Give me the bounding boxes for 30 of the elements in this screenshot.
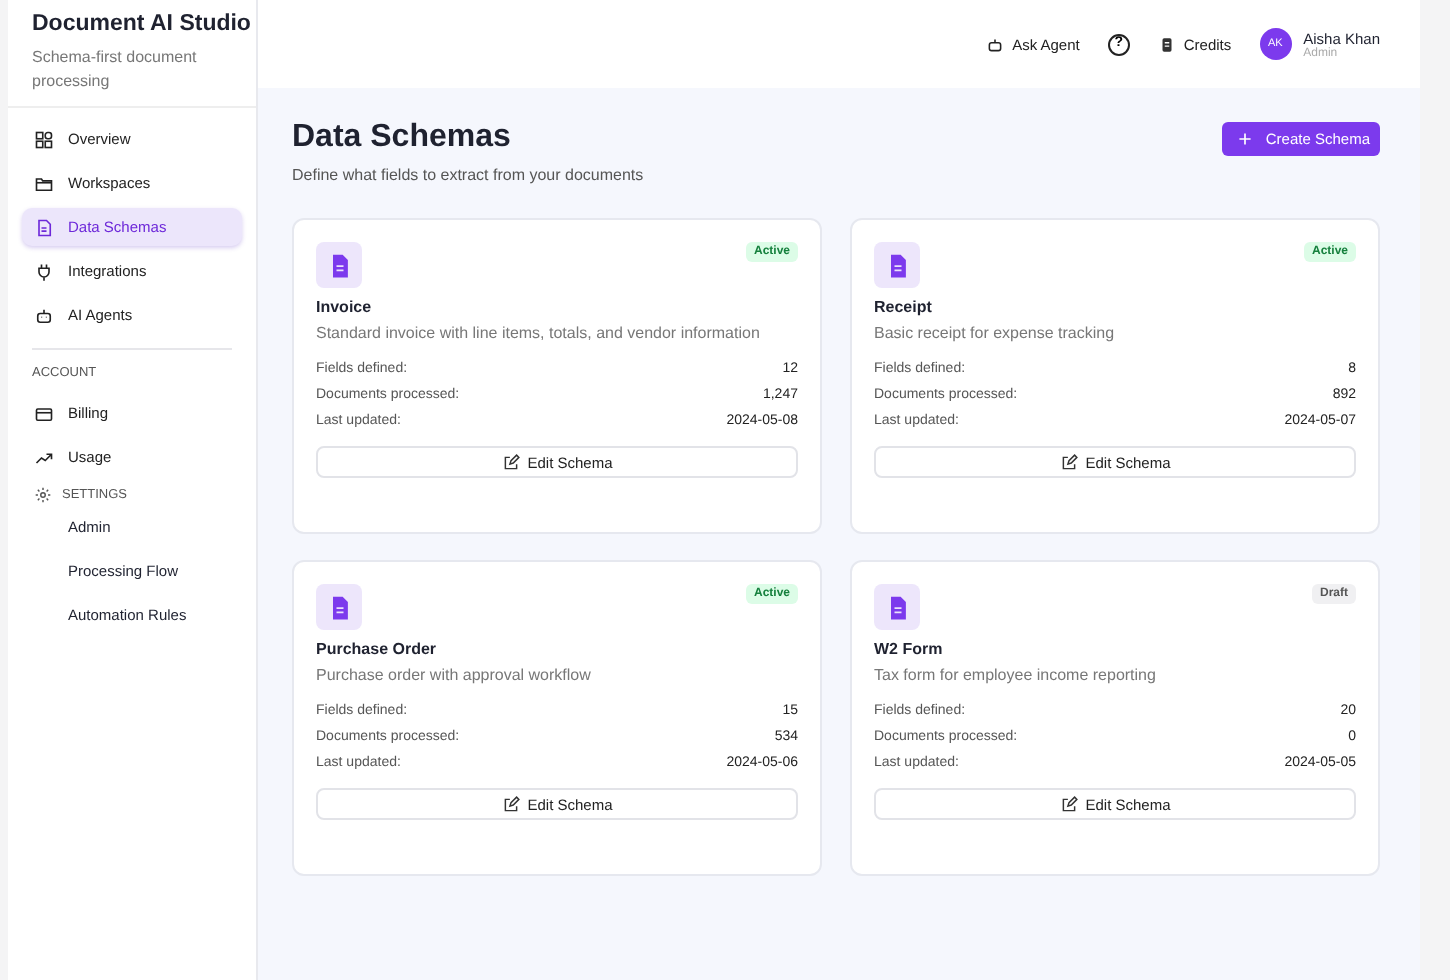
robot-icon [34, 305, 54, 325]
credit-card-icon [34, 403, 54, 423]
edit-icon [501, 453, 520, 471]
schema-description: Tax form for employee income reporting [874, 666, 1158, 684]
page-title: Data Schemas [292, 120, 513, 156]
app-title: Document AI Studio [32, 10, 253, 40]
gear-icon [34, 485, 52, 503]
edit-icon [1059, 453, 1078, 471]
document-icon [316, 242, 362, 288]
document-icon [874, 584, 920, 630]
document-icon [316, 584, 362, 630]
grid-icon [34, 129, 54, 149]
schema-name: Purchase Order [316, 640, 439, 658]
document-icon [34, 217, 54, 237]
schema-description: Basic receipt for expense tracking [874, 324, 1117, 342]
page-subtitle: Define what fields to extract from your documents [292, 166, 644, 184]
schema-name: W2 Form [874, 640, 945, 658]
trend-icon [34, 447, 54, 467]
document-icon [874, 242, 920, 288]
folder-icon [34, 173, 54, 193]
schema-description: Purchase order with approval workflow [316, 666, 593, 684]
schema-name: Invoice [316, 298, 374, 316]
edit-icon [1059, 795, 1078, 813]
app-subtitle: Schema-first document processing [32, 46, 199, 94]
credits-icon [1157, 35, 1176, 53]
plug-icon [34, 261, 54, 281]
edit-icon [501, 795, 520, 813]
schema-name: Receipt [874, 298, 934, 316]
schema-description: Standard invoice with line items, totals, and vendor information [316, 324, 762, 342]
plus-icon [1237, 132, 1252, 146]
